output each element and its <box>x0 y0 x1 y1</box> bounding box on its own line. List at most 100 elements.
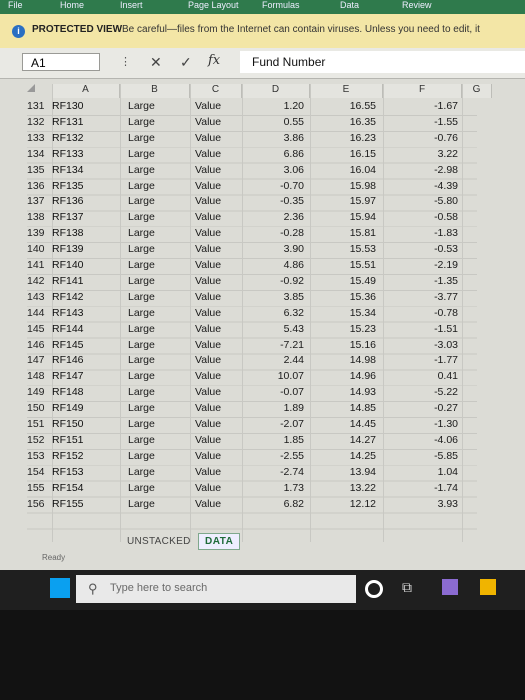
select-all-corner[interactable] <box>27 84 35 92</box>
cell-e[interactable]: 16.55 <box>320 100 376 112</box>
cell-size[interactable]: Large <box>128 291 155 303</box>
cell-e[interactable]: 14.27 <box>320 434 376 446</box>
cell-fund-number[interactable]: RF143 <box>52 307 84 319</box>
cell-fund-number[interactable]: RF140 <box>52 259 84 271</box>
cell-fund-number[interactable]: RF144 <box>52 323 84 335</box>
cell-e[interactable]: 15.36 <box>320 291 376 303</box>
cell-e[interactable]: 15.53 <box>320 243 376 255</box>
table-row[interactable]: 142 RF141 Large Value -0.92 15.49 -1.35 <box>0 275 525 291</box>
column-header-b[interactable]: B <box>120 84 190 98</box>
cell-f[interactable]: -5.85 <box>400 450 458 462</box>
cell-fund-number[interactable]: RF154 <box>52 482 84 494</box>
ribbon-tab[interactable]: Home <box>60 0 84 10</box>
cell-style[interactable]: Value <box>195 498 221 510</box>
cell-size[interactable]: Large <box>128 259 155 271</box>
cell-d[interactable]: -2.74 <box>246 466 304 478</box>
cell-f[interactable]: -2.19 <box>400 259 458 271</box>
cell-fund-number[interactable]: RF130 <box>52 100 84 112</box>
cell-d[interactable]: 1.73 <box>246 482 304 494</box>
cell-e[interactable]: 13.94 <box>320 466 376 478</box>
cell-e[interactable]: 15.98 <box>320 180 376 192</box>
cell-style[interactable]: Value <box>195 164 221 176</box>
cell-f[interactable]: 0.41 <box>400 370 458 382</box>
cell-f[interactable]: 3.22 <box>400 148 458 160</box>
cell-f[interactable]: -3.03 <box>400 339 458 351</box>
cell-e[interactable]: 15.16 <box>320 339 376 351</box>
cell-e[interactable]: 15.49 <box>320 275 376 287</box>
cell-e[interactable]: 14.45 <box>320 418 376 430</box>
cell-size[interactable]: Large <box>128 275 155 287</box>
cancel-icon[interactable]: ✕ <box>150 54 162 71</box>
column-header-d[interactable]: D <box>242 84 310 98</box>
cell-f[interactable]: -5.22 <box>400 386 458 398</box>
cell-fund-number[interactable]: RF141 <box>52 275 84 287</box>
cell-e[interactable]: 16.23 <box>320 132 376 144</box>
cell-style[interactable]: Value <box>195 323 221 335</box>
cell-fund-number[interactable]: RF150 <box>52 418 84 430</box>
cell-d[interactable]: 6.86 <box>246 148 304 160</box>
column-header-c[interactable]: C <box>190 84 242 98</box>
cell-d[interactable]: 3.90 <box>246 243 304 255</box>
cell-style[interactable]: Value <box>195 211 221 223</box>
table-row[interactable]: 151 RF150 Large Value -2.07 14.45 -1.30 <box>0 418 525 434</box>
cell-size[interactable]: Large <box>128 180 155 192</box>
cell-fund-number[interactable]: RF136 <box>52 195 84 207</box>
column-header-f[interactable]: F <box>383 84 462 98</box>
table-row[interactable]: 150 RF149 Large Value 1.89 14.85 -0.27 <box>0 402 525 418</box>
more-options-icon[interactable]: ⋮ <box>120 55 131 68</box>
table-row[interactable]: 144 RF143 Large Value 6.32 15.34 -0.78 <box>0 307 525 323</box>
cell-fund-number[interactable]: RF147 <box>52 370 84 382</box>
table-row[interactable]: 153 RF152 Large Value -2.55 14.25 -5.85 <box>0 450 525 466</box>
cell-fund-number[interactable]: RF148 <box>52 386 84 398</box>
cell-f[interactable]: -4.39 <box>400 180 458 192</box>
cell-f[interactable]: -1.30 <box>400 418 458 430</box>
cell-fund-number[interactable]: RF138 <box>52 227 84 239</box>
cell-size[interactable]: Large <box>128 227 155 239</box>
cell-e[interactable]: 15.94 <box>320 211 376 223</box>
cell-style[interactable]: Value <box>195 466 221 478</box>
cell-style[interactable]: Value <box>195 275 221 287</box>
cell-style[interactable]: Value <box>195 243 221 255</box>
table-row[interactable]: 131 RF130 Large Value 1.20 16.55 -1.67 <box>0 100 525 116</box>
cell-d[interactable]: 1.85 <box>246 434 304 446</box>
cell-size[interactable]: Large <box>128 498 155 510</box>
cell-f[interactable]: -0.58 <box>400 211 458 223</box>
cell-size[interactable]: Large <box>128 482 155 494</box>
cell-style[interactable]: Value <box>195 339 221 351</box>
cell-d[interactable]: -7.21 <box>246 339 304 351</box>
cell-f[interactable]: 1.04 <box>400 466 458 478</box>
cell-d[interactable]: -0.70 <box>246 180 304 192</box>
cell-e[interactable]: 14.98 <box>320 354 376 366</box>
cell-style[interactable]: Value <box>195 354 221 366</box>
cell-size[interactable]: Large <box>128 339 155 351</box>
cell-size[interactable]: Large <box>128 466 155 478</box>
column-header-g[interactable]: G <box>462 84 492 98</box>
table-row[interactable]: 138 RF137 Large Value 2.36 15.94 -0.58 <box>0 211 525 227</box>
cell-style[interactable]: Value <box>195 450 221 462</box>
cell-d[interactable]: 4.86 <box>246 259 304 271</box>
table-row[interactable]: 145 RF144 Large Value 5.43 15.23 -1.51 <box>0 323 525 339</box>
cell-fund-number[interactable]: RF152 <box>52 450 84 462</box>
cell-fund-number[interactable]: RF137 <box>52 211 84 223</box>
cell-e[interactable]: 15.51 <box>320 259 376 271</box>
cell-d[interactable]: 3.86 <box>246 132 304 144</box>
cell-e[interactable]: 15.81 <box>320 227 376 239</box>
cell-fund-number[interactable]: RF132 <box>52 132 84 144</box>
name-box[interactable]: A1 <box>22 53 100 71</box>
cell-fund-number[interactable]: RF155 <box>52 498 84 510</box>
cell-d[interactable]: 2.36 <box>246 211 304 223</box>
cell-fund-number[interactable]: RF135 <box>52 180 84 192</box>
cell-e[interactable]: 15.97 <box>320 195 376 207</box>
cell-d[interactable]: 2.44 <box>246 354 304 366</box>
table-row[interactable]: 137 RF136 Large Value -0.35 15.97 -5.80 <box>0 195 525 211</box>
cell-f[interactable]: -1.55 <box>400 116 458 128</box>
cell-size[interactable]: Large <box>128 307 155 319</box>
cell-f[interactable]: -0.27 <box>400 402 458 414</box>
cell-e[interactable]: 13.22 <box>320 482 376 494</box>
cell-e[interactable]: 16.35 <box>320 116 376 128</box>
cell-d[interactable]: -2.55 <box>246 450 304 462</box>
cell-e[interactable]: 14.93 <box>320 386 376 398</box>
table-row[interactable]: 152 RF151 Large Value 1.85 14.27 -4.06 <box>0 434 525 450</box>
table-row[interactable]: 154 RF153 Large Value -2.74 13.94 1.04 <box>0 466 525 482</box>
table-row[interactable]: 132 RF131 Large Value 0.55 16.35 -1.55 <box>0 116 525 132</box>
